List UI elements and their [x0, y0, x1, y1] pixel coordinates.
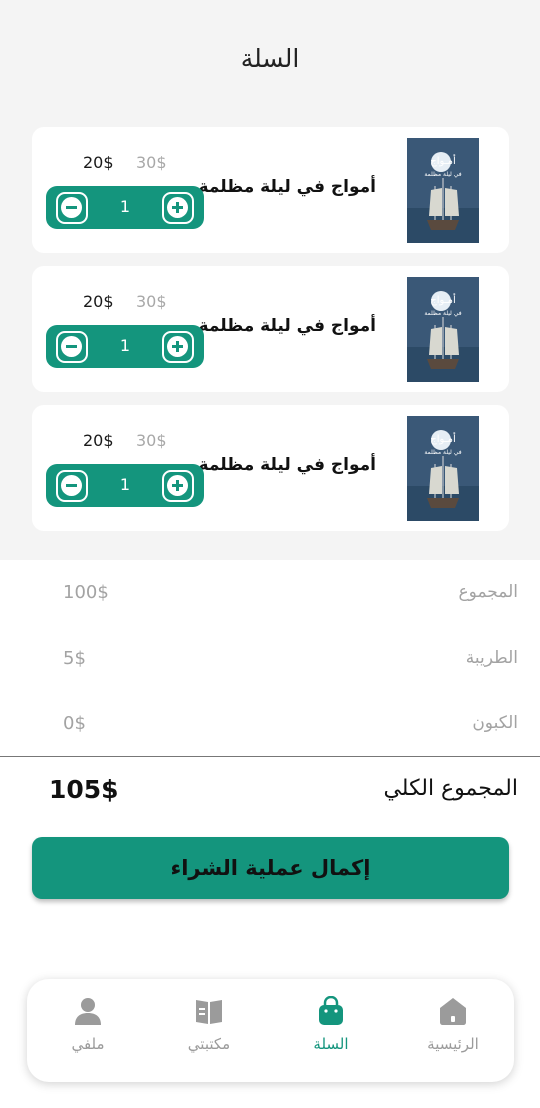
plus-icon [167, 197, 188, 218]
tax-label: الطريبة [465, 648, 518, 668]
tax-value: 5$ [63, 648, 86, 669]
quantity-stepper: 1 [46, 186, 204, 229]
increase-button[interactable] [162, 470, 194, 502]
minus-icon [61, 475, 82, 496]
old-price: 30$ [136, 153, 167, 172]
quantity-value: 1 [119, 336, 131, 355]
plus-icon [167, 475, 188, 496]
decrease-button[interactable] [56, 331, 88, 363]
plus-icon [167, 336, 188, 357]
cart-item: أمـواج في ليلة مظلمة أمواج في ليلة مظلمة… [32, 266, 509, 392]
new-price: 20$ [83, 431, 114, 450]
svg-text:في ليلة مظلمة: في ليلة مظلمة [424, 449, 461, 456]
quantity-stepper: 1 [46, 464, 204, 507]
coupon-label: الكبون [472, 713, 518, 733]
subtotal-label: المجموع [458, 582, 518, 602]
total-value: 105$ [49, 775, 119, 804]
decrease-button[interactable] [56, 192, 88, 224]
tax-row: الطريبة 5$ [0, 644, 540, 674]
svg-text:أمـواج: أمـواج [430, 293, 456, 306]
svg-text:في ليلة مظلمة: في ليلة مظلمة [424, 310, 461, 317]
old-price: 30$ [136, 431, 167, 450]
cart-item: أمـواج في ليلة مظلمة أمواج في ليلة مظلمة… [32, 127, 509, 253]
quantity-value: 1 [119, 197, 131, 216]
subtotal-row: المجموع 100$ [0, 578, 540, 608]
nav-label-cart: السلة [313, 1035, 349, 1053]
decrease-button[interactable] [56, 470, 88, 502]
bottom-nav: ملفي مكتبتي السلة الرئيسية [27, 979, 514, 1082]
user-icon [73, 996, 103, 1026]
book-title: أمواج في ليلة مظلمة [198, 177, 376, 197]
coupon-value: 0$ [63, 713, 86, 734]
increase-button[interactable] [162, 192, 194, 224]
nav-item-home[interactable]: الرئيسية [403, 979, 503, 1082]
increase-button[interactable] [162, 331, 194, 363]
nav-item-profile[interactable]: ملفي [38, 979, 138, 1082]
book-title: أمواج في ليلة مظلمة [198, 455, 376, 475]
book-cover: أمـواج في ليلة مظلمة [407, 416, 479, 521]
book-title: أمواج في ليلة مظلمة [198, 316, 376, 336]
total-row: المجموع الكلي 105$ [0, 775, 540, 810]
checkout-button[interactable]: إكمال عملية الشراء [32, 837, 509, 899]
nav-label-library: مكتبتي [187, 1035, 231, 1053]
svg-text:أمـواج: أمـواج [430, 154, 456, 167]
book-cover: أمـواج في ليلة مظلمة [407, 138, 479, 243]
quantity-stepper: 1 [46, 325, 204, 368]
shopping-bag-icon [316, 995, 346, 1026]
svg-text:في ليلة مظلمة: في ليلة مظلمة [424, 171, 461, 178]
old-price: 30$ [136, 292, 167, 311]
coupon-row: الكبون 0$ [0, 709, 540, 739]
nav-label-profile: ملفي [71, 1035, 105, 1053]
cart-item: أمـواج في ليلة مظلمة أمواج في ليلة مظلمة… [32, 405, 509, 531]
minus-icon [61, 197, 82, 218]
home-icon [438, 996, 468, 1026]
svg-text:أمـواج: أمـواج [430, 432, 456, 445]
nav-item-library[interactable]: مكتبتي [159, 979, 259, 1082]
minus-icon [61, 336, 82, 357]
book-icon [194, 996, 224, 1026]
subtotal-value: 100$ [63, 582, 109, 603]
total-label: المجموع الكلي [383, 776, 518, 801]
summary-divider [0, 756, 540, 757]
new-price: 20$ [83, 292, 114, 311]
nav-label-home: الرئيسية [427, 1035, 479, 1053]
page-title: السلة [240, 44, 300, 73]
nav-item-cart[interactable]: السلة [281, 979, 381, 1082]
new-price: 20$ [83, 153, 114, 172]
book-cover: أمـواج في ليلة مظلمة [407, 277, 479, 382]
quantity-value: 1 [119, 475, 131, 494]
